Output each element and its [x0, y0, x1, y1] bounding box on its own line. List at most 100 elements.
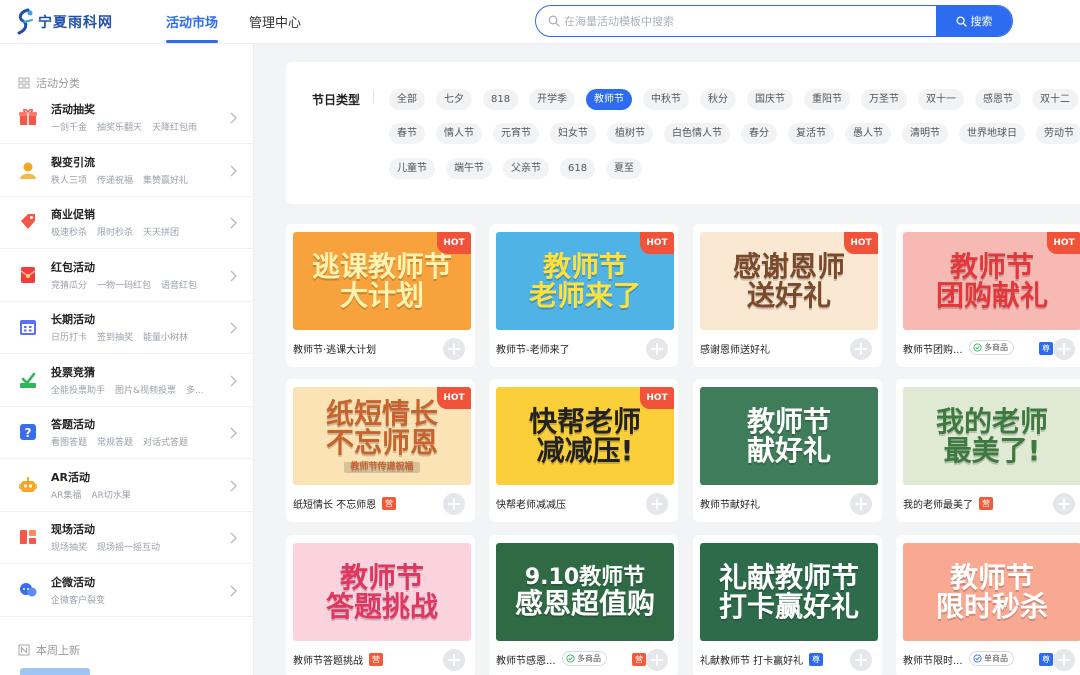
nav-tab-market[interactable]: 活动市场	[166, 12, 218, 31]
template-title[interactable]: 感谢恩师送好礼	[700, 341, 770, 356]
add-template-button[interactable]	[443, 649, 465, 671]
template-banner[interactable]: 教师节 团购献礼 HOT	[903, 232, 1080, 330]
template-banner[interactable]: 教师节 限时秒杀	[903, 543, 1080, 641]
holiday-chip[interactable]: 世界地球日	[959, 123, 1025, 144]
template-card[interactable]: 逃课教师节 大计划 HOT 教师节·逃课大计划	[286, 224, 475, 367]
template-card[interactable]: 礼献教师节 打卡赢好礼 礼献教师节 打卡赢好礼尊	[693, 535, 882, 675]
sidebar-item-sub[interactable]: 对话式答题	[143, 435, 188, 448]
logo[interactable]: 宁夏雨科网	[14, 6, 114, 38]
sidebar-item-sub[interactable]: 常规答题	[97, 435, 133, 448]
add-template-button[interactable]	[850, 649, 872, 671]
template-banner[interactable]: 纸短情长 不忘师恩 教师节传递祝福 HOT	[293, 387, 471, 485]
holiday-chip[interactable]: 开学季	[529, 89, 575, 110]
sidebar-item-sub[interactable]: 极速秒杀	[51, 225, 87, 238]
template-banner[interactable]: 我的老师 最美了!	[903, 387, 1080, 485]
template-card[interactable]: 感谢恩师 送好礼 HOT 感谢恩师送好礼	[693, 224, 882, 367]
sidebar-item-sub[interactable]: 集赞赢好礼	[143, 173, 188, 186]
sidebar-item-2[interactable]: 裂变引流 秩人三项 传递祝福 集赞赢好礼	[0, 145, 254, 197]
template-title[interactable]: 教师节感恩...	[496, 652, 556, 667]
holiday-chip[interactable]: 清明节	[902, 123, 948, 144]
holiday-chip[interactable]: 元宵节	[493, 123, 539, 144]
sidebar-item-3[interactable]: 商业促销 极速秒杀 限时秒杀 天天拼团	[0, 197, 254, 249]
sidebar-item-sub[interactable]: 全能投票助手	[51, 383, 105, 396]
sidebar-item-sub[interactable]: 语音红包	[161, 278, 197, 291]
sidebar-item-sub[interactable]: 能量小树林	[143, 330, 188, 343]
sidebar-item-sub[interactable]: 限时秒杀	[97, 225, 133, 238]
template-title[interactable]: 教师节团购...	[903, 341, 963, 356]
holiday-chip[interactable]: 国庆节	[747, 89, 793, 110]
template-card[interactable]: 我的老师 最美了! 我的老师最美了营	[896, 379, 1080, 522]
holiday-chip[interactable]: 春分	[741, 123, 777, 144]
template-banner[interactable]: 9.10教师节 感恩超值购	[496, 543, 674, 641]
holiday-chip[interactable]: 818	[483, 89, 519, 110]
template-card[interactable]: 9.10教师节 感恩超值购 教师节感恩... 多商品 营	[489, 535, 678, 675]
template-title[interactable]: 教师节·逃课大计划	[293, 341, 376, 356]
holiday-chip[interactable]: 万圣节	[861, 89, 907, 110]
holiday-chip[interactable]: 劳动节	[1036, 123, 1080, 144]
sidebar-item-sub[interactable]: 多...	[186, 383, 204, 396]
template-card[interactable]: 快帮老师 减减压! HOT 快帮老师减减压	[489, 379, 678, 522]
add-template-button[interactable]	[1053, 493, 1075, 515]
template-banner[interactable]: 快帮老师 减减压! HOT	[496, 387, 674, 485]
sidebar-item-sub[interactable]: 竞猜瓜分	[51, 278, 87, 291]
holiday-chip[interactable]: 情人节	[436, 123, 482, 144]
sidebar-item-sub[interactable]: 看图答题	[51, 435, 87, 448]
sidebar-item-10[interactable]: 企微活动 企微客户裂变	[0, 565, 254, 617]
sidebar-item-sub[interactable]: 天降红包雨	[152, 120, 197, 133]
add-template-button[interactable]	[443, 493, 465, 515]
template-card[interactable]: 教师节 团购献礼 HOT 教师节团购... 多商品 尊	[896, 224, 1080, 367]
holiday-chip[interactable]: 端午节	[446, 158, 492, 179]
sidebar-item-7[interactable]: ? 答题活动 看图答题 常规答题 对话式答题	[0, 407, 254, 459]
add-template-button[interactable]	[850, 338, 872, 360]
holiday-chip[interactable]: 重阳节	[804, 89, 850, 110]
search-input[interactable]	[564, 6, 934, 36]
holiday-chip[interactable]: 春节	[389, 123, 425, 144]
sidebar-item-sub[interactable]: 一物一码红包	[97, 278, 151, 291]
template-banner[interactable]: 礼献教师节 打卡赢好礼	[700, 543, 878, 641]
sidebar-item-sub[interactable]: 企微客户裂变	[51, 593, 105, 606]
template-banner[interactable]: 逃课教师节 大计划 HOT	[293, 232, 471, 330]
template-card[interactable]: 教师节 限时秒杀 教师节限时... 单商品 尊	[896, 535, 1080, 675]
holiday-chip[interactable]: 双十一	[918, 89, 964, 110]
holiday-chip[interactable]: 感恩节	[975, 89, 1021, 110]
sidebar-item-6[interactable]: 投票竞猜 全能投票助手 图片&视频投票 多...	[0, 355, 254, 407]
sidebar-item-sub[interactable]: 签到抽奖	[97, 330, 133, 343]
holiday-chip[interactable]: 教师节	[586, 89, 632, 110]
template-card[interactable]: 教师节 老师来了 HOT 教师节-老师来了	[489, 224, 678, 367]
add-template-button[interactable]	[646, 493, 668, 515]
holiday-chip[interactable]: 七夕	[436, 89, 472, 110]
template-banner[interactable]: 教师节 献好礼	[700, 387, 878, 485]
holiday-chip[interactable]: 双十二	[1032, 89, 1078, 110]
add-template-button[interactable]	[646, 649, 668, 671]
holiday-chip[interactable]: 夏至	[606, 158, 642, 179]
nav-tab-management[interactable]: 管理中心	[249, 12, 301, 31]
sidebar-item-sub[interactable]: 现场摇一摇互动	[97, 540, 160, 553]
add-template-button[interactable]	[1053, 649, 1075, 671]
holiday-chip[interactable]: 愚人节	[845, 123, 891, 144]
search-button[interactable]: 搜索	[936, 6, 1012, 36]
sidebar-item-sub[interactable]: 现场抽奖	[51, 540, 87, 553]
holiday-chip[interactable]: 中秋节	[643, 89, 689, 110]
template-card[interactable]: 教师节 献好礼 教师节献好礼	[693, 379, 882, 522]
template-title[interactable]: 教师节答题挑战	[293, 652, 363, 667]
sidebar-item-sub[interactable]: AR切水果	[91, 488, 130, 501]
template-card[interactable]: 纸短情长 不忘师恩 教师节传递祝福 HOT 纸短情长 不忘师恩营	[286, 379, 475, 522]
holiday-chip[interactable]: 父亲节	[503, 158, 549, 179]
template-title[interactable]: 教师节-老师来了	[496, 341, 570, 356]
sidebar-item-sub[interactable]: 传递祝福	[97, 173, 133, 186]
sidebar-item-4[interactable]: 红包活动 竞猜瓜分 一物一码红包 语音红包	[0, 250, 254, 302]
sidebar-item-sub[interactable]: 日历打卡	[51, 330, 87, 343]
sidebar-item-sub[interactable]: 一剑千金	[51, 120, 87, 133]
holiday-chip[interactable]: 儿童节	[389, 158, 435, 179]
sidebar-item-sub[interactable]: AR集福	[51, 488, 81, 501]
template-title[interactable]: 我的老师最美了	[903, 496, 973, 511]
sidebar-item-9[interactable]: 现场活动 现场抽奖 现场摇一摇互动	[0, 512, 254, 564]
template-banner[interactable]: 感谢恩师 送好礼 HOT	[700, 232, 878, 330]
sidebar-item-8[interactable]: AR活动 AR集福 AR切水果	[0, 460, 254, 512]
holiday-chip[interactable]: 白色情人节	[664, 123, 730, 144]
template-banner[interactable]: 教师节 答题挑战	[293, 543, 471, 641]
template-title[interactable]: 纸短情长 不忘师恩	[293, 496, 376, 511]
template-title[interactable]: 教师节限时...	[903, 652, 963, 667]
sidebar-item-sub[interactable]: 秩人三项	[51, 173, 87, 186]
weekly-new-thumbnail[interactable]	[20, 668, 90, 675]
